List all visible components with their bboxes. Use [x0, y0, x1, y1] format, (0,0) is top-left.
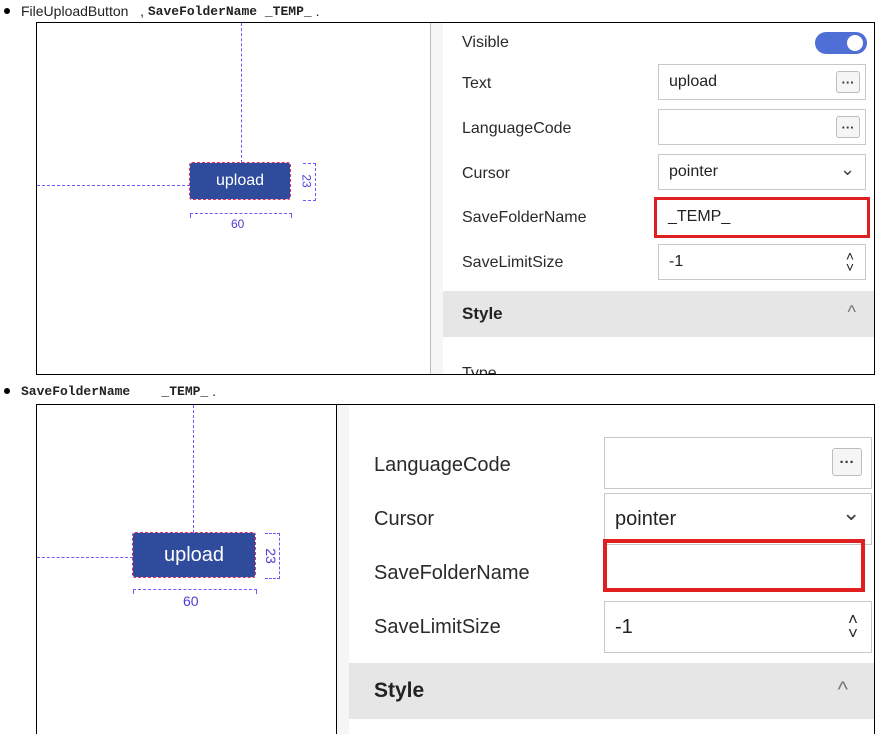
- upload-button-preview[interactable]: upload: [132, 532, 256, 578]
- text-field-value: upload: [669, 73, 718, 90]
- design-canvas: upload 60 23: [37, 23, 430, 374]
- width-label: 60: [183, 593, 199, 609]
- savelimitsize-label: SaveLimitSize: [374, 616, 501, 638]
- height-label: 23: [262, 548, 279, 564]
- highlight-box: [654, 197, 870, 238]
- properties-panel: Visible Text upload ··· LanguageCode ···…: [443, 23, 874, 374]
- upload-button-label: upload: [163, 543, 225, 566]
- chevron-down-icon[interactable]: ⌄: [840, 159, 855, 180]
- cursor-select[interactable]: pointer: [658, 154, 866, 190]
- savelimitsize-value: -1: [669, 253, 684, 270]
- languagecode-field[interactable]: [658, 109, 866, 145]
- type-label: Type: [462, 365, 497, 375]
- languagecode-ellipsis-button[interactable]: ···: [832, 448, 862, 476]
- height-label: 23: [299, 174, 314, 188]
- style-section-header[interactable]: Style ^: [349, 663, 874, 719]
- bullet-icon: [4, 388, 10, 394]
- guide-line-vertical: [241, 23, 242, 163]
- caption-text: FileUploadButton ,: [21, 3, 148, 19]
- panel-splitter[interactable]: [336, 405, 350, 734]
- style-section-header[interactable]: Style ^: [443, 291, 874, 337]
- visible-label: Visible: [462, 34, 509, 51]
- guide-line-horizontal: [37, 557, 133, 558]
- caption-tail: .: [311, 3, 320, 19]
- languagecode-label: LanguageCode: [374, 454, 511, 476]
- savefoldername-label: SaveFolderName: [374, 562, 530, 584]
- savelimitsize-value: -1: [615, 615, 633, 638]
- caption-line-1: FileUploadButton , SaveFolderName _TEMP_…: [0, 0, 319, 22]
- languagecode-label: LanguageCode: [462, 120, 572, 137]
- caption-code: SaveFolderName _TEMP_: [147, 3, 312, 19]
- bullet-icon: [4, 8, 10, 14]
- screenshot-panel-2: upload 60 23 LanguageCode ··· Cursor poi…: [36, 404, 875, 734]
- chevron-up-icon[interactable]: ^: [848, 302, 856, 323]
- upload-button-label: upload: [215, 172, 265, 189]
- languagecode-ellipsis-button[interactable]: ···: [836, 116, 860, 138]
- text-field[interactable]: upload: [658, 64, 866, 100]
- savelimitsize-spinner[interactable]: -1: [604, 601, 872, 653]
- cursor-label: Cursor: [374, 508, 435, 530]
- savelimitsize-label: SaveLimitSize: [462, 254, 564, 271]
- caption-line-2: SaveFolderName _TEMP_ .: [0, 380, 216, 402]
- highlight-box: [603, 539, 865, 592]
- caption-code: SaveFolderName _TEMP_: [21, 383, 209, 399]
- panel-splitter[interactable]: [430, 23, 444, 374]
- width-label: 60: [231, 217, 245, 231]
- cursor-select[interactable]: pointer: [604, 493, 872, 545]
- design-canvas: upload 60 23: [37, 405, 336, 734]
- spin-down-icon[interactable]: ˅: [846, 260, 854, 274]
- visible-toggle[interactable]: [815, 32, 867, 54]
- text-label: Text: [462, 75, 492, 92]
- text-ellipsis-button[interactable]: ···: [836, 71, 860, 93]
- cursor-label: Cursor: [462, 165, 511, 182]
- screenshot-panel-1: upload 60 23 Visible Text upload ··· Lan…: [36, 22, 875, 375]
- guide-line-horizontal: [37, 185, 190, 186]
- spinner-arrows[interactable]: ˄ ˅: [845, 607, 861, 647]
- savefoldername-label: SaveFolderName: [462, 209, 587, 226]
- cursor-select-value: pointer: [615, 507, 677, 530]
- style-section-title: Style: [374, 679, 425, 702]
- spinner-arrows[interactable]: ˄ ˅: [843, 247, 857, 277]
- caption-tail: .: [208, 383, 217, 399]
- toggle-knob: [847, 35, 863, 51]
- cursor-select-value: pointer: [669, 163, 718, 180]
- upload-button-preview[interactable]: upload: [189, 162, 291, 200]
- guide-line-vertical: [193, 405, 194, 533]
- chevron-down-icon[interactable]: ⌄: [842, 500, 860, 526]
- chevron-up-icon[interactable]: ^: [838, 677, 848, 703]
- spin-down-icon[interactable]: ˅: [848, 625, 858, 642]
- savelimitsize-spinner[interactable]: -1: [658, 244, 866, 280]
- style-section-title: Style: [462, 304, 503, 323]
- properties-panel: LanguageCode ··· Cursor pointer ⌄ SaveFo…: [349, 405, 874, 734]
